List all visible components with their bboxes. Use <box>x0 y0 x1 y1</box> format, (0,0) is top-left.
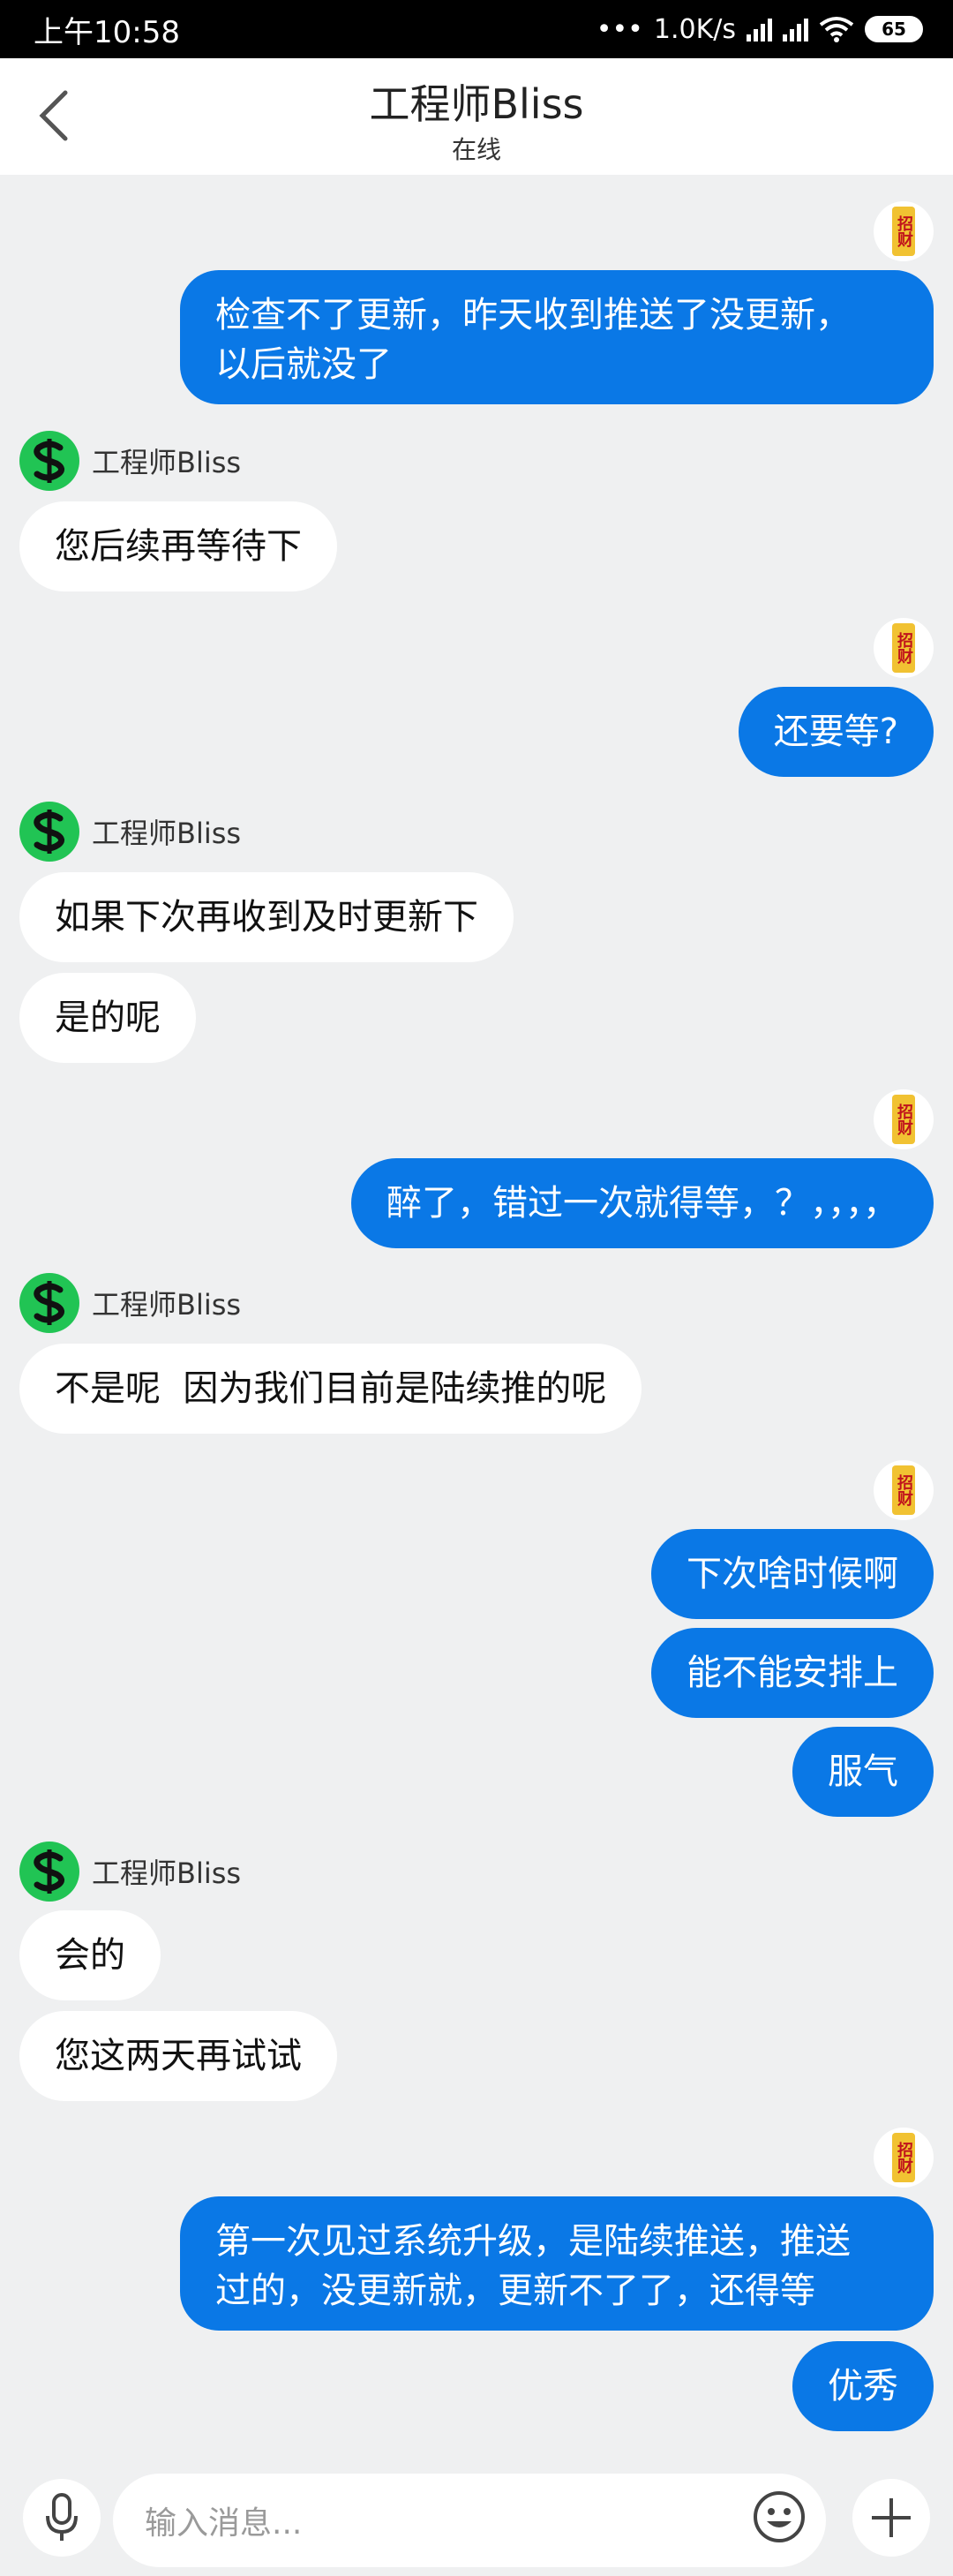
input-bar: 输入消息... <box>0 2463 953 2576</box>
message-bubble-agent[interactable]: 是的呢 <box>19 973 196 1063</box>
chat-header: 工程师Bliss 在线 <box>0 58 953 175</box>
agent-avatar[interactable] <box>19 431 79 491</box>
badge-text: 招财 <box>892 2133 915 2182</box>
agent-avatar[interactable] <box>19 1273 79 1333</box>
dollar-s-logo <box>34 1849 64 1894</box>
signal-icon <box>747 17 772 41</box>
agent-name: 工程师Bliss <box>92 817 242 850</box>
signal-icon-2 <box>783 17 808 41</box>
agent-header: 工程师Bliss <box>19 1273 241 1333</box>
message-bubble-agent[interactable]: 会的 <box>19 1910 161 2000</box>
message-bubble-me[interactable]: 优秀 <box>792 2341 934 2431</box>
message-bubble-agent[interactable]: 您这两天再试试 <box>19 2011 337 2101</box>
more-button[interactable] <box>852 2479 930 2557</box>
user-avatar[interactable]: 招财 <box>874 618 934 678</box>
user-avatar[interactable]: 招财 <box>874 2128 934 2188</box>
status-time: 上午10:58 <box>34 14 180 50</box>
agent-name: 工程师Bliss <box>92 1288 242 1322</box>
message-line: 第一次见过系统升级，是陆续推送，推送 <box>215 2221 851 2262</box>
badge-text: 招财 <box>892 1465 915 1515</box>
status-indicators: ••• 1.0K/s 65 <box>597 14 923 45</box>
user-avatar[interactable]: 招财 <box>874 201 934 261</box>
message-line: 过的，没更新就，更新不了了，还得等 <box>215 2271 815 2311</box>
message-line: 以后就没了 <box>215 344 392 385</box>
message-bubble-me[interactable]: 服气 <box>792 1727 934 1817</box>
microphone-icon <box>46 2493 78 2541</box>
voice-button[interactable] <box>23 2479 101 2557</box>
message-bubble-me[interactable]: 能不能安排上 <box>651 1628 934 1718</box>
agent-avatar[interactable] <box>19 802 79 862</box>
user-avatar[interactable]: 招财 <box>874 1460 934 1520</box>
smiley-icon <box>754 2491 805 2542</box>
agent-name: 工程师Bliss <box>92 1857 242 1890</box>
agent-avatar[interactable] <box>19 1842 79 1902</box>
network-speed: 1.0K/s <box>653 13 736 45</box>
network-speed-dots: ••• <box>596 13 643 45</box>
status-bar: 上午10:58 ••• 1.0K/s 65 <box>0 0 953 58</box>
plus-icon <box>872 2498 911 2537</box>
user-avatar[interactable]: 招财 <box>874 1089 934 1149</box>
badge-text: 招财 <box>892 623 915 673</box>
message-bubble-agent[interactable]: 如果下次再收到及时更新下 <box>19 872 514 962</box>
agent-header: 工程师Bliss <box>19 1842 241 1902</box>
message-bubble-me[interactable]: 检查不了更新，昨天收到推送了没更新， 以后就没了 <box>180 270 934 404</box>
agent-name: 工程师Bliss <box>92 446 242 479</box>
badge-text: 招财 <box>892 207 915 256</box>
message-bubble-me[interactable]: 还要等? <box>738 687 934 777</box>
agent-header: 工程师Bliss <box>19 802 241 862</box>
message-line: 检查不了更新，昨天收到推送了没更新， <box>215 295 851 335</box>
message-input[interactable]: 输入消息... <box>113 2474 826 2567</box>
dollar-s-logo <box>34 810 64 854</box>
message-bubble-me[interactable]: 第一次见过系统升级，是陆续推送，推送 过的，没更新就，更新不了了，还得等 <box>180 2196 934 2331</box>
dollar-s-logo <box>34 1281 64 1325</box>
emoji-button[interactable] <box>752 2489 807 2544</box>
battery-icon: 65 <box>865 16 923 42</box>
message-bubble-agent[interactable]: 不是呢 因为我们目前是陆续推的呢 <box>19 1344 642 1434</box>
page-title: 工程师Bliss <box>369 80 584 128</box>
message-bubble-me[interactable]: 下次啥时候啊 <box>651 1529 934 1619</box>
message-bubble-agent[interactable]: 您后续再等待下 <box>19 501 337 591</box>
online-status: 在线 <box>451 135 501 164</box>
badge-text: 招财 <box>892 1095 915 1144</box>
dollar-s-logo <box>34 439 64 483</box>
wifi-icon <box>819 17 854 42</box>
agent-header: 工程师Bliss <box>19 431 241 491</box>
message-bubble-me[interactable]: 醉了，错过一次就得等，？，，，， <box>351 1158 934 1248</box>
